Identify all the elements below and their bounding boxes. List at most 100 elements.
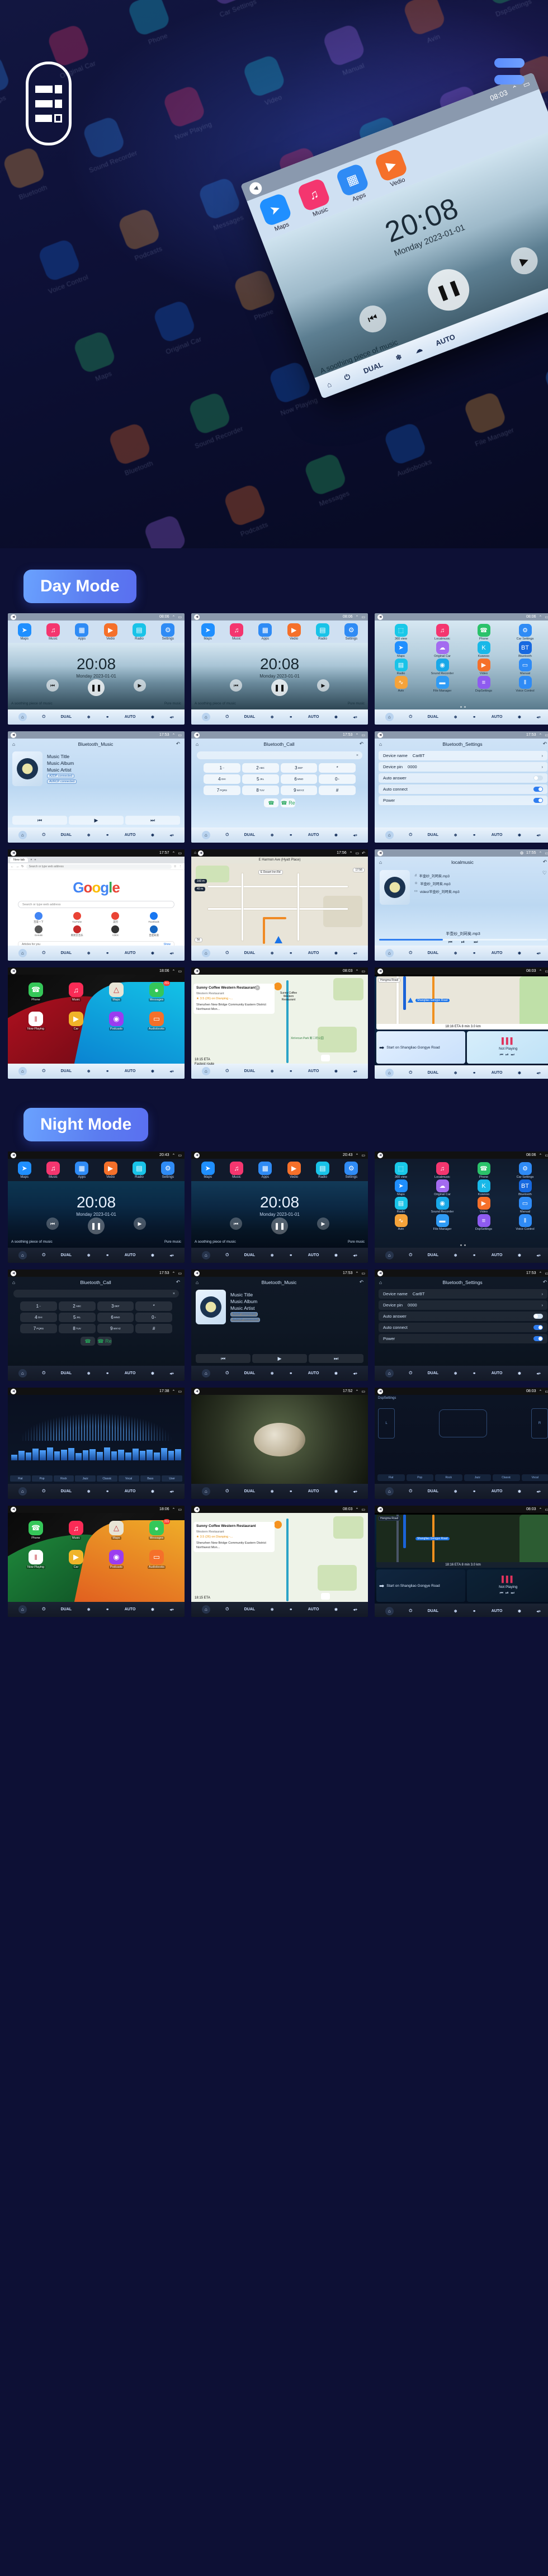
dock-app-apps[interactable]: ▦ Apps — [75, 1161, 89, 1179]
back-icon[interactable]: ◀ — [11, 1506, 16, 1512]
expand-icon[interactable]: ⌃ — [539, 851, 542, 855]
auto-label[interactable]: AUTO — [308, 951, 319, 955]
power-icon[interactable]: ⏻ — [409, 1071, 412, 1075]
toggle-switch[interactable] — [533, 787, 543, 792]
back-arrow-icon[interactable]: ↶ — [543, 741, 547, 747]
fan-icon[interactable]: ❃ — [151, 1069, 154, 1074]
auto-label[interactable]: AUTO — [308, 715, 319, 719]
dual-label[interactable]: DUAL — [61, 1607, 72, 1611]
dialpad-key-5[interactable]: 5 JKL — [58, 1313, 96, 1322]
dialpad-key-4[interactable]: 4 GHI — [204, 774, 240, 784]
power-icon[interactable]: ⏻ — [42, 715, 45, 720]
home-icon[interactable]: ⌂ — [18, 1067, 27, 1075]
dock-app-maps[interactable]: ➤ Maps — [201, 623, 215, 641]
snowflake-icon[interactable]: ❄ — [454, 1609, 457, 1614]
dock-app-music[interactable]: ♫ Music — [46, 623, 60, 641]
fan-icon[interactable]: ❃ — [518, 1071, 521, 1075]
recents-icon[interactable]: ▭ — [361, 1389, 365, 1394]
back-icon[interactable]: ◀ — [194, 614, 200, 620]
chevron-right-icon[interactable]: › — [542, 753, 544, 758]
carplay-app-music[interactable]: ♫ Music — [56, 983, 96, 1002]
carplay-app-phone[interactable]: ☎ Phone — [16, 1521, 56, 1540]
recents-icon[interactable]: ▭ — [178, 1389, 182, 1394]
defrost-icon[interactable]: ⚭ — [289, 833, 292, 838]
home-icon[interactable]: ⌂ — [379, 741, 382, 747]
dialpad-key-7[interactable]: 7 PQRS — [204, 786, 240, 795]
dialpad-key-3[interactable]: 3 DEF — [97, 1301, 134, 1311]
auto-label[interactable]: AUTO — [308, 833, 319, 837]
dual-label[interactable]: DUAL — [244, 833, 255, 837]
dual-label[interactable]: DUAL — [244, 1253, 255, 1257]
snowflake-icon[interactable]: ❄ — [271, 1607, 274, 1612]
back-icon[interactable]: ◀ — [11, 614, 16, 620]
volume-icon[interactable]: ◂+ — [353, 951, 358, 956]
power-icon[interactable]: ⏻ — [409, 951, 412, 956]
app-cell-file-manager[interactable]: ▬ File Manager — [422, 676, 463, 693]
dual-label[interactable]: DUAL — [61, 1253, 72, 1257]
screenshot-browser-day[interactable]: ◀ 17:57 ⌃ ▭ New tab × + ← → ↻ Search or … — [8, 849, 185, 961]
play-icon[interactable]: ▶ — [134, 1218, 146, 1230]
power-icon[interactable]: ⏻ — [42, 1253, 45, 1258]
dock-app-apps[interactable]: ▦ Apps — [258, 1161, 272, 1179]
app-cell-360-view[interactable]: ⬚ 360 view — [380, 1162, 422, 1179]
home-icon[interactable]: ⌂ — [325, 380, 333, 389]
dock-app-music[interactable]: ♫ Music — [229, 623, 243, 641]
dock-app-vedio[interactable]: ▶ Vedio — [287, 1161, 301, 1179]
settings-row-power[interactable]: Power — [379, 1334, 547, 1343]
carplay-app-podcasts[interactable]: ◉ Podcasts — [96, 1550, 136, 1569]
shortcut-tile[interactable]: 网易云音乐 — [59, 925, 96, 937]
recents-icon[interactable]: ▭ — [545, 969, 548, 974]
fan-icon[interactable]: ❃ — [334, 1607, 338, 1612]
equalizer-presets[interactable]: Flat Pop Rock Jazz Classic Vocal Bass User — [10, 1475, 182, 1482]
defrost-icon[interactable]: ⚭ — [106, 833, 109, 838]
auto-label[interactable]: AUTO — [308, 1069, 319, 1073]
auto-label[interactable]: AUTO — [125, 951, 136, 955]
back-icon[interactable]: ◀ — [377, 1152, 383, 1158]
snowflake-icon[interactable]: ❄ — [87, 1371, 91, 1376]
defrost-icon[interactable]: ⚭ — [106, 951, 109, 956]
back-icon[interactable]: ← — [11, 865, 14, 868]
power-icon[interactable]: ⏻ — [42, 833, 45, 838]
toggle-switch[interactable] — [533, 1336, 543, 1341]
home-icon[interactable]: ⌂ — [196, 1280, 199, 1285]
map-view[interactable]: E Harmon Ave (Hyatt Place) E Desert Inn … — [191, 857, 368, 946]
expand-icon[interactable]: ⌃ — [172, 851, 176, 855]
back-icon[interactable]: ◀ — [377, 1506, 383, 1512]
home-icon[interactable]: ⌂ — [201, 949, 210, 957]
media-controls[interactable]: ⏮⏯⏭ — [500, 1591, 517, 1596]
auto-label[interactable]: AUTO — [308, 1607, 319, 1611]
home-icon[interactable]: ⌂ — [201, 1487, 210, 1496]
expand-icon[interactable]: ⌃ — [356, 1153, 359, 1158]
defrost-icon[interactable]: ⚭ — [289, 1489, 292, 1494]
previous-track-icon[interactable]: ⏮ — [355, 302, 390, 337]
dsp-preset-vocal[interactable]: Vocal — [521, 1474, 548, 1481]
chevron-right-icon[interactable]: › — [542, 764, 544, 769]
dual-label[interactable]: DUAL — [244, 1069, 255, 1073]
dialpad-key-7[interactable]: 7 PQRS — [20, 1324, 57, 1333]
app-cell-phone[interactable]: ☎ Phone — [463, 624, 504, 641]
back-icon[interactable]: ◀ — [377, 850, 383, 856]
app-cell-maps[interactable]: ➤ Maps — [380, 641, 422, 658]
redial-button[interactable]: ☎ Re — [97, 1337, 112, 1346]
app-cell-video[interactable]: ▶ Video — [463, 659, 504, 675]
phone-number-input[interactable]: × — [13, 1290, 179, 1298]
previous-track-icon[interactable]: ⏮ — [230, 679, 242, 692]
auto-label[interactable]: AUTO — [125, 1371, 136, 1375]
power-icon[interactable]: ⏻ — [409, 1489, 412, 1494]
play-icon[interactable]: ▶ — [69, 816, 124, 825]
expand-icon[interactable]: ⌃ — [172, 1271, 176, 1276]
shortcut-tile[interactable]: 美团 — [97, 912, 134, 924]
auto-label[interactable]: AUTO — [308, 1489, 319, 1493]
volume-icon[interactable]: ◂+ — [170, 951, 174, 956]
app-cell-kuwooo[interactable]: K Kuwooo — [463, 1179, 504, 1196]
defrost-icon[interactable]: ⚭ — [473, 951, 476, 956]
back-icon[interactable]: ◀ — [194, 1388, 200, 1394]
auto-label[interactable]: AUTO — [125, 1253, 136, 1257]
dock-app-settings[interactable]: ⚙ Settings — [344, 623, 358, 641]
defrost-icon[interactable]: ⚭ — [106, 1253, 109, 1258]
auto-label[interactable]: AUTO — [492, 951, 503, 955]
media-controls[interactable]: ⏮⏯⏭ — [500, 1053, 517, 1057]
fan-icon[interactable]: ❃ — [518, 1609, 521, 1614]
dock-app-music[interactable]: ♫ Music — [229, 1161, 243, 1179]
dual-label[interactable]: DUAL — [244, 715, 255, 719]
